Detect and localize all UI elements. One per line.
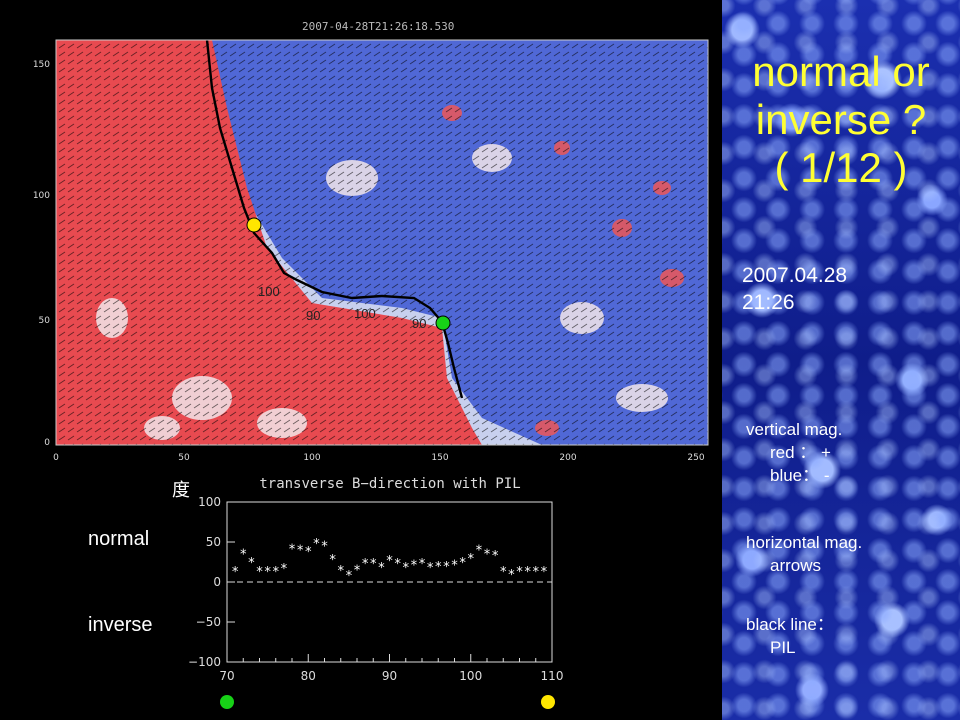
legend-horizontal-heading: horizontal mag. (746, 533, 863, 552)
plot-y-tick-label: 100 (198, 495, 221, 509)
data-point: * (337, 564, 345, 579)
data-point: * (532, 565, 540, 580)
data-point: * (288, 543, 296, 558)
data-point: * (434, 560, 442, 575)
magnetogram-panel: 2007-04-28T21:26:18.530 0 50 100 150 200… (22, 18, 712, 468)
title-line-1: normal or (752, 48, 930, 95)
title-line-3: ( 1/12 ) (774, 144, 908, 191)
data-point: * (426, 561, 434, 576)
data-point: * (329, 553, 337, 568)
legend-pil: black line： PIL (746, 613, 834, 659)
y-tick-1: 50 (39, 316, 51, 326)
data-point: * (467, 552, 475, 567)
angle-plot: 度 transverse B−direction with PIL 100 50 0… (172, 476, 563, 683)
annotation-1: 100 (258, 284, 280, 299)
plot-y-tick-labels: 100 50 0 −50 −100 (188, 495, 221, 669)
title-line-2: inverse ? (755, 96, 927, 143)
annotation-3: 100 (354, 306, 376, 321)
legend-pil-heading: black line： (746, 615, 834, 634)
plot-x-tick-label: 90 (382, 669, 397, 683)
data-point: * (353, 563, 361, 578)
slide: normal or inverse ? ( 1/12 ) 2007.04.28 … (0, 0, 960, 720)
data-point: * (418, 557, 426, 572)
data-point: * (272, 565, 280, 580)
data-point: * (296, 543, 304, 558)
data-point: * (499, 565, 507, 580)
plot-title: transverse B−direction with PIL (259, 476, 520, 492)
plot-end-marker (541, 695, 555, 709)
observation-time: 21:26 (742, 291, 795, 314)
plot-y-tick-label: 50 (206, 535, 221, 549)
pil-start-marker (246, 217, 262, 233)
data-point: * (451, 559, 459, 574)
slide-title: normal or inverse ? ( 1/12 ) (722, 48, 960, 192)
data-point: * (394, 557, 402, 572)
legend-vertical-heading: vertical mag. (746, 420, 843, 439)
data-point: * (402, 561, 410, 576)
data-point: * (459, 556, 467, 571)
legend-horizontal-item: arrows (770, 556, 822, 575)
plot-y-tick-label: −100 (188, 655, 221, 669)
data-point: * (304, 545, 312, 560)
data-point: * (377, 561, 385, 576)
plot-x-tick-label: 110 (541, 669, 564, 683)
y-tick-0: 0 (44, 438, 50, 448)
x-tick-0: 0 (53, 453, 59, 463)
magnetogram-y-axis: 0 50 100 150 (33, 60, 50, 448)
x-tick-5: 250 (687, 453, 704, 463)
horizontal-field-arrows (56, 40, 708, 445)
plot-x-tick-label: 70 (219, 669, 234, 683)
normal-label: normal (88, 528, 150, 550)
data-point: * (369, 557, 377, 572)
x-tick-4: 200 (559, 453, 576, 463)
data-point: * (491, 549, 499, 564)
data-point: * (516, 565, 524, 580)
y-tick-2: 100 (33, 191, 50, 201)
pil-end-marker (435, 315, 451, 331)
data-point: * (321, 539, 329, 554)
plot-y-tick-label: −50 (196, 615, 221, 629)
annotation-4: 90 (412, 316, 426, 331)
plot-x-tick-label: 80 (301, 669, 316, 683)
data-point: * (540, 565, 548, 580)
plot-points: **** * * ** * ** *** * * * * * * * * * * * * * * * ** * ** * * * * * (231, 537, 548, 584)
legend-pil-item: PIL (770, 638, 796, 657)
data-point: * (247, 556, 255, 571)
plot-start-marker (220, 695, 234, 709)
data-point: * (507, 568, 515, 583)
data-point: * (256, 565, 264, 580)
inverse-label: inverse (88, 614, 153, 636)
data-point: * (345, 569, 353, 584)
data-point: * (442, 560, 450, 575)
plot-y-tick-label: 0 (213, 575, 221, 589)
data-point: * (483, 547, 491, 562)
x-tick-1: 50 (178, 453, 190, 463)
data-point: * (312, 537, 320, 552)
x-tick-2: 100 (303, 453, 320, 463)
legend-vertical-red: red ： + (770, 443, 831, 462)
annotation-2: 90 (306, 308, 320, 323)
magnetogram-image: 0 50 100 150 200 250 0 50 100 150 100 90… (33, 39, 709, 463)
data-point: * (239, 547, 247, 562)
data-point: * (524, 565, 532, 580)
x-tick-3: 150 (431, 453, 448, 463)
data-point: * (264, 565, 272, 580)
data-point: * (475, 543, 483, 558)
data-point: * (386, 554, 394, 569)
data-point: * (280, 562, 288, 577)
legend-vertical-blue: blue： - (770, 466, 830, 485)
observation-datetime: 2007.04.28 21:26 (742, 262, 847, 316)
magnetogram-x-axis: 0 50 100 150 200 250 (53, 453, 705, 463)
legend-vertical: vertical mag. red ： + blue： - (746, 418, 842, 487)
magnetogram-field (56, 40, 708, 445)
plot-x-tick-labels: 70 80 90 100 110 (219, 669, 563, 683)
plot-unit-label: 度 (172, 480, 190, 501)
data-point: * (231, 565, 239, 580)
data-point: * (410, 559, 418, 574)
legend-horizontal: horizontal mag. arrows (746, 531, 862, 577)
data-point: * (361, 557, 369, 572)
observation-date: 2007.04.28 (742, 264, 848, 287)
plot-x-tick-label: 100 (459, 669, 482, 683)
y-tick-3: 150 (33, 60, 50, 70)
